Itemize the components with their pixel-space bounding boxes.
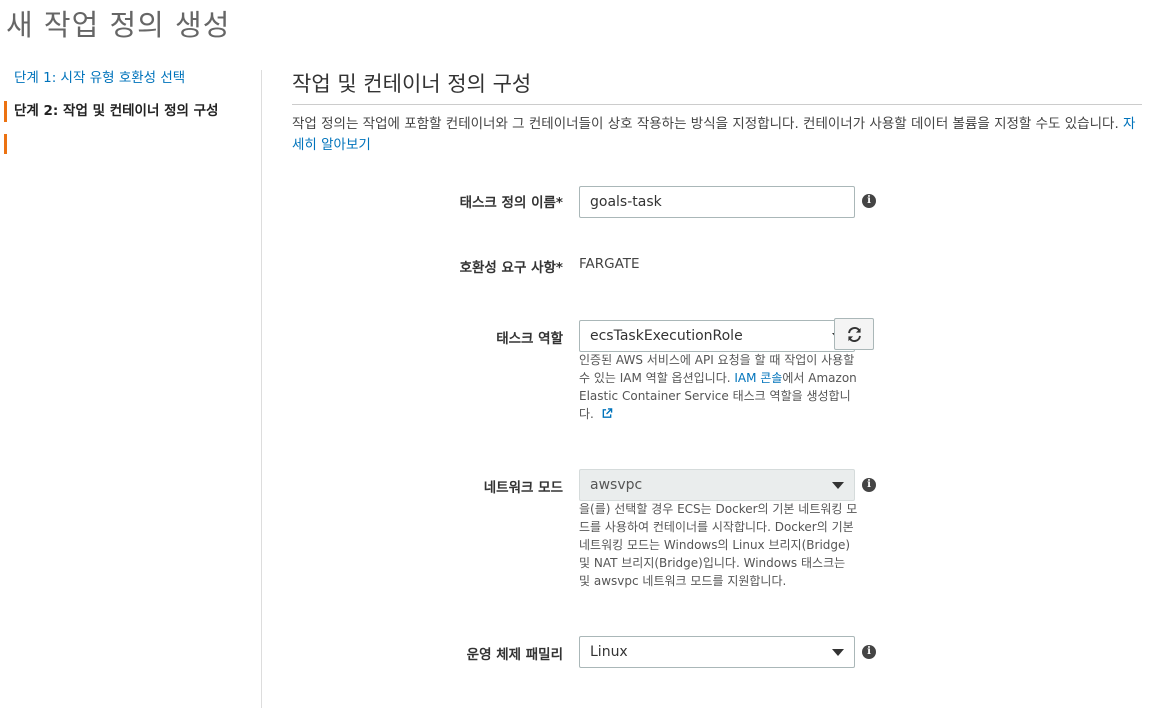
section-description: 작업 정의는 작업에 포함할 컨테이너와 그 컨테이너들이 상호 작용하는 방식… [292, 114, 1137, 156]
os-family-select[interactable]: Linux [579, 636, 855, 668]
compatibility-value: FARGATE [579, 256, 640, 272]
iam-console-link[interactable]: IAM 콘솔 [734, 371, 782, 385]
network-mode-help: 을(를) 선택할 경우 ECS는 Docker의 기본 네트워킹 모드를 사용하… [579, 502, 858, 588]
os-family-label: 운영 체제 패밀리 [466, 647, 563, 663]
external-link-icon[interactable] [601, 408, 613, 419]
section-divider [292, 104, 1142, 105]
compatibility-label: 호환성 요구 사항* [459, 260, 563, 276]
section-description-text: 작업 정의는 작업에 포함할 컨테이너와 그 컨테이너들이 상호 작용하는 방식… [292, 116, 1119, 132]
active-step-indicator [4, 101, 7, 122]
task-name-input[interactable] [579, 186, 855, 218]
info-icon[interactable]: i [862, 194, 876, 208]
network-mode-select: awsvpc [579, 469, 855, 501]
chevron-down-icon [832, 482, 844, 489]
refresh-roles-button[interactable] [834, 318, 874, 350]
info-icon[interactable]: i [862, 645, 876, 659]
step-2-current: 단계 2: 작업 및 컨테이너 정의 구성 [0, 101, 218, 154]
os-family-value: Linux [590, 644, 628, 660]
chevron-down-icon [832, 649, 844, 656]
sidebar-divider [261, 70, 262, 708]
info-icon[interactable]: i [862, 478, 876, 492]
task-role-label: 태스크 역할 [496, 331, 563, 347]
network-mode-value: awsvpc [590, 477, 643, 493]
task-role-help: 인증된 AWS 서비스에 API 요청을 할 때 작업이 사용할 수 있는 IA… [579, 351, 859, 423]
page-title: 새 작업 정의 생성 [6, 8, 231, 42]
section-title: 작업 및 컨테이너 정의 구성 [292, 72, 532, 96]
task-role-select[interactable]: ecsTaskExecutionRole [579, 320, 855, 352]
task-name-label: 태스크 정의 이름* [459, 195, 563, 211]
step-1-link[interactable]: 단계 1: 시작 유형 호환성 선택 [0, 68, 185, 98]
network-mode-label: 네트워크 모드 [483, 480, 563, 496]
task-role-value: ecsTaskExecutionRole [590, 328, 743, 344]
refresh-icon [848, 327, 861, 342]
